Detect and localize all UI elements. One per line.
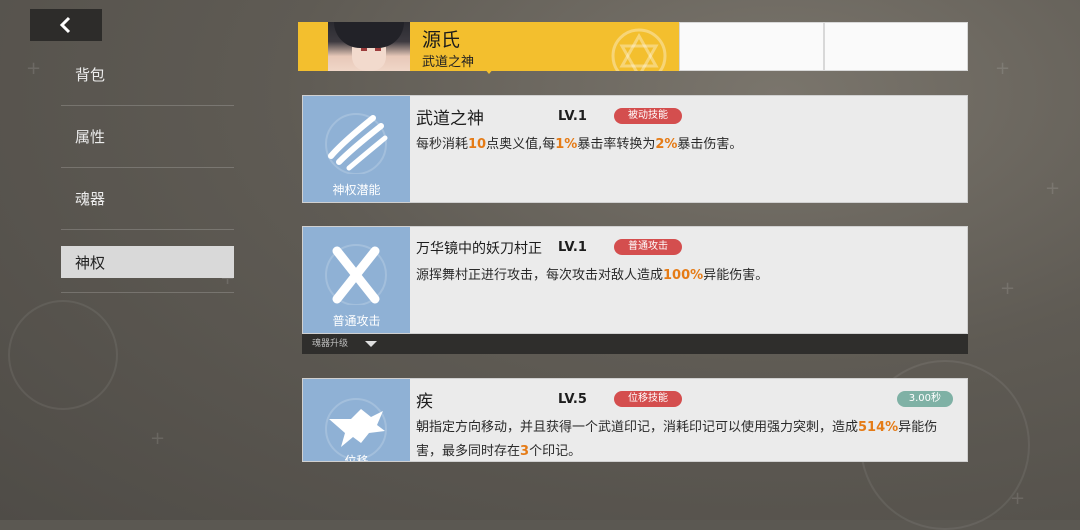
skill-description-text: 暴击率转换为 <box>577 137 656 152</box>
skill-value-highlight: 2% <box>655 137 678 152</box>
skill-value-highlight: 10 <box>468 137 487 152</box>
hexagram-emblem-icon <box>611 28 667 71</box>
character-tab-genji[interactable]: 源氏 武道之神 <box>298 22 679 71</box>
sidebar-item-label: 背包 <box>75 66 106 84</box>
skill-description-text: 异能伤害。 <box>703 268 769 283</box>
character-portrait <box>328 22 410 71</box>
skill-description: 源挥舞村正进行攻击，每次攻击对敌人造成100%异能伤害。 <box>416 264 957 288</box>
skill-name: 疾 <box>416 392 433 412</box>
background-cross: + <box>1010 488 1026 509</box>
skill-level: LV.1 <box>558 109 587 124</box>
dragon-dash-icon <box>325 398 387 459</box>
skill-description-text: 每秒消耗 <box>416 137 469 152</box>
caret-down-icon <box>364 340 377 347</box>
sidebar-item-backpack[interactable]: 背包 <box>61 44 234 106</box>
tab-pointer-icon <box>484 68 494 74</box>
skill-description-text: 暴击伤害。 <box>677 137 743 152</box>
character-tab-empty[interactable] <box>679 22 824 71</box>
skill-value-highlight: 3 <box>520 444 530 459</box>
skill-icon-box: 位移 <box>303 379 410 461</box>
background-cross: + <box>1045 178 1061 199</box>
sidebar-item-soul-weapon[interactable]: 魂器 <box>61 168 234 230</box>
skill-icon-label: 普通攻击 <box>332 314 381 328</box>
skill-name: 武道之神 <box>416 109 484 129</box>
skill-description: 每秒消耗10点奥义值,每1%暴击率转换为2%暴击伤害。 <box>416 133 957 157</box>
upgrade-bar-label: 魂器升级 <box>312 339 349 349</box>
skill-type-badge: 位移技能 <box>614 391 682 407</box>
skill-icon-label: 位移 <box>344 454 369 461</box>
skill-icon-label: 神权潜能 <box>332 183 381 197</box>
sidebar-item-label: 属性 <box>75 128 106 146</box>
cross-slash-icon <box>325 244 387 305</box>
background-ring <box>8 300 118 410</box>
background-cross: + <box>150 428 166 449</box>
background-cross: + <box>26 58 42 79</box>
skill-card-passive[interactable]: 神权潜能 武道之神 LV.1 被动技能 每秒消耗10点奥义值,每1%暴击率转换为… <box>302 95 968 203</box>
skill-value-highlight: 1% <box>555 137 578 152</box>
sidebar-item-divine-power[interactable]: 神权 <box>61 246 234 278</box>
sidebar-item-label: 神权 <box>75 253 106 272</box>
skill-type-badge: 被动技能 <box>614 108 682 124</box>
skill-level: LV.5 <box>558 392 587 407</box>
skill-description-text: 点奥义值,每 <box>486 137 556 152</box>
skill-name: 万华镜中的妖刀村正 <box>416 241 542 257</box>
sidebar-item-label: 魂器 <box>75 190 106 208</box>
skill-cooldown-badge: 3.00秒 <box>896 391 953 407</box>
claw-slash-icon <box>325 113 388 174</box>
sidebar-menu: 背包 属性 魂器 神权 <box>61 44 234 293</box>
character-title: 武道之神 <box>422 55 475 70</box>
character-tabs: 源氏 武道之神 <box>298 22 968 71</box>
skill-value-highlight: 100% <box>663 268 704 283</box>
skill-icon-box: 普通攻击 <box>303 227 410 333</box>
skill-card-movement[interactable]: 位移 疾 LV.5 位移技能 3.00秒 朝指定方向移动，并且获得一个武道印记，… <box>302 378 968 462</box>
background-cross: + <box>1000 278 1016 299</box>
skill-description-text: 源挥舞村正进行攻击，每次攻击对敌人造成 <box>416 268 664 283</box>
background-cross: + <box>995 58 1011 79</box>
back-button[interactable] <box>30 9 102 41</box>
skill-description-text: 朝指定方向移动，并且获得一个武道印记，消耗印记可以使用强力突刺，造成 <box>416 420 859 435</box>
chevron-left-icon <box>59 16 71 34</box>
skill-type-badge: 普通攻击 <box>614 239 682 255</box>
sidebar-divider <box>61 292 234 293</box>
character-tab-empty[interactable] <box>824 22 968 71</box>
skill-value-highlight: 514% <box>858 420 899 435</box>
skill-description-text: 个印记。 <box>529 444 582 459</box>
character-name: 源氏 <box>422 29 461 51</box>
skill-card-basic-attack[interactable]: 普通攻击 万华镜中的妖刀村正 LV.1 普通攻击 源挥舞村正进行攻击，每次攻击对… <box>302 226 968 334</box>
skill-level: LV.1 <box>558 240 587 255</box>
skill-icon-box: 神权潜能 <box>303 96 410 202</box>
skill-description: 朝指定方向移动，并且获得一个武道印记，消耗印记可以使用强力突刺，造成514%异能… <box>416 416 957 461</box>
sidebar-item-attributes[interactable]: 属性 <box>61 106 234 168</box>
soul-weapon-upgrade-toggle[interactable]: 魂器升级 <box>302 334 968 354</box>
